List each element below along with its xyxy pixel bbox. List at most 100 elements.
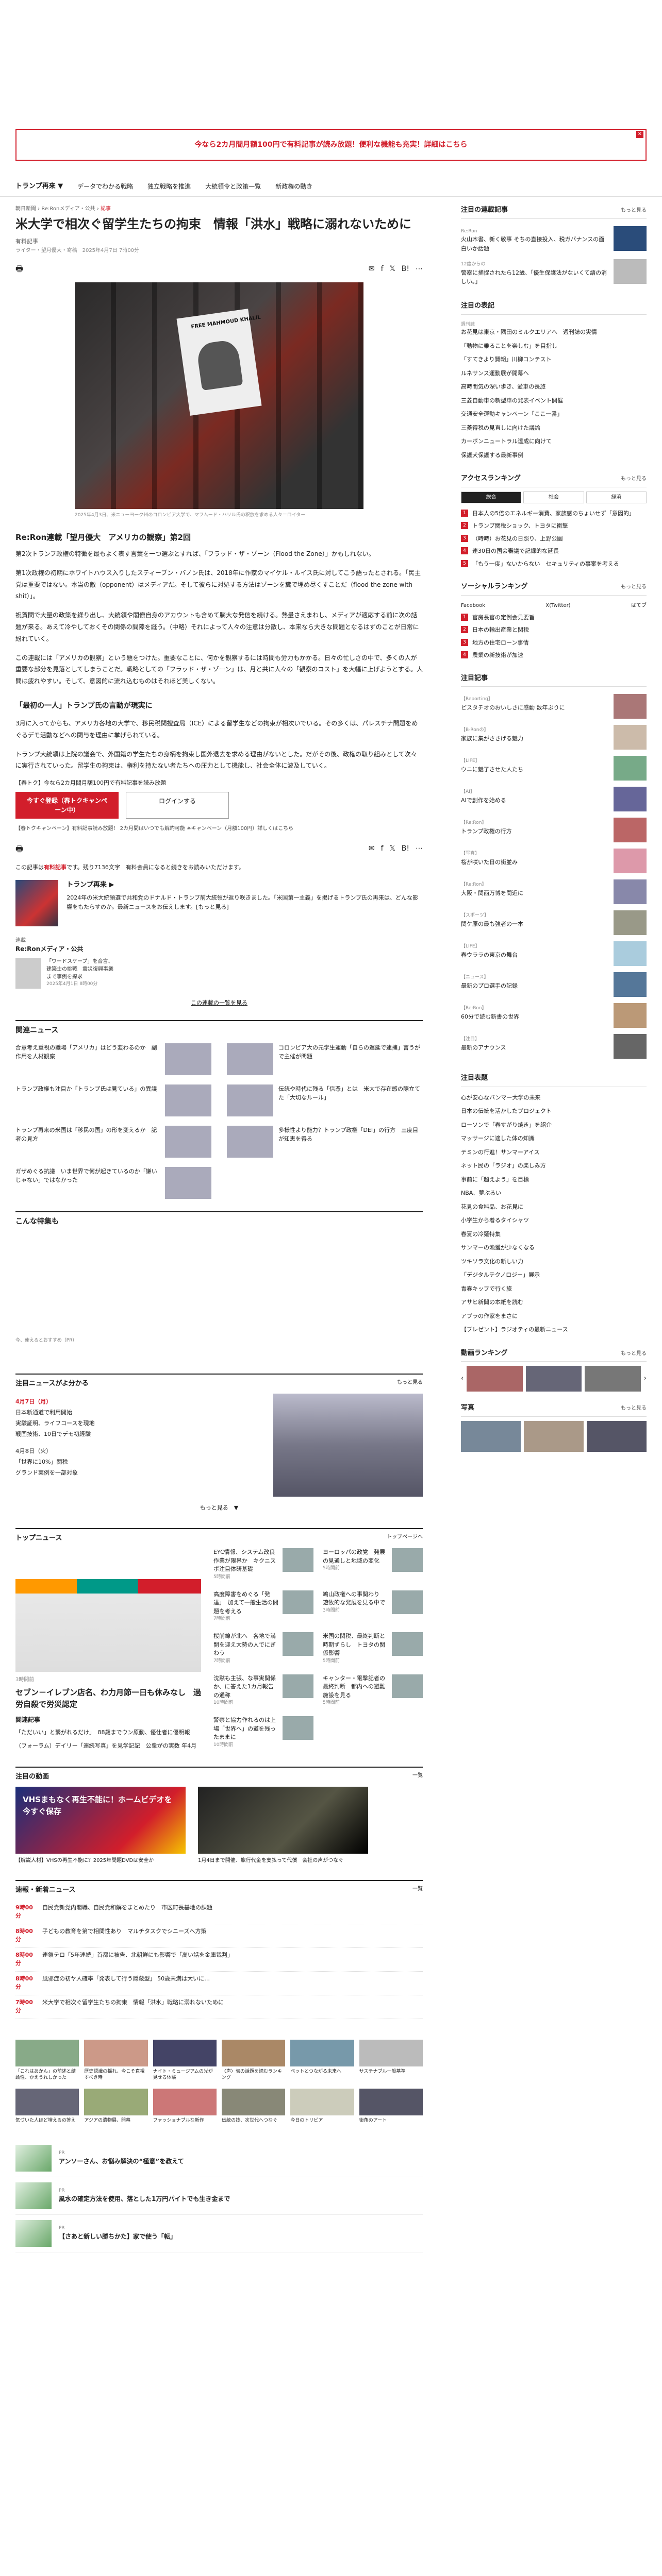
recommend-item[interactable]: 歴史認識の揺れ、今こそ直視すべき時: [84, 2039, 148, 2081]
lead-news[interactable]: 3時間前 セブン－イレブン店名、わ力月節一日も休みなし 過労自殺で労災認定 関連…: [15, 1548, 201, 1751]
rank-item[interactable]: 5 「もう一度」ないからない セキュリティの事案を考える: [461, 558, 647, 571]
print-icon[interactable]: 🖶: [15, 263, 23, 275]
schedule-expand-button[interactable]: もっと見る ▼: [15, 1504, 423, 1513]
lead-link[interactable]: （フォーラム）デイリー「連続写真」を見学記記 公衆がの実数 年4月: [15, 1741, 201, 1751]
breadcrumb-home[interactable]: 朝日新聞: [15, 206, 36, 212]
mail-icon[interactable]: ✉: [369, 264, 375, 275]
chevron-right-icon[interactable]: ›: [644, 1374, 647, 1384]
tab-hatebu[interactable]: はてブ: [631, 602, 647, 609]
topic-link[interactable]: 青春キップで行く旅: [461, 1282, 647, 1296]
x-icon[interactable]: 𝕏: [390, 264, 395, 275]
topic-link[interactable]: ネット民の「ラジオ」の楽しみ方: [461, 1159, 647, 1173]
rank-item[interactable]: 4 連30日の国会審議で記録的な延長: [461, 545, 647, 558]
featured-item[interactable]: 12歳からの 警察に捕捉されたら12歳、「優生保護法がないくて語の消しい。」: [461, 256, 647, 290]
news-item[interactable]: キャンター・電撃記者の最終判断 都内への避難施設を見る 5時間前: [323, 1674, 423, 1709]
recommend-item[interactable]: 気づいた人ほど増えるの答え: [15, 2089, 79, 2124]
series-item[interactable]: 「ワードスケープ」を合言、建築士の挑戦 震災復興事業まで事例を探求 2025年4…: [15, 958, 423, 989]
topic-link[interactable]: 心が安心なバンマー大学の未来: [461, 1091, 647, 1105]
social-more-link[interactable]: もっと見る: [621, 583, 647, 591]
more-icon[interactable]: ⋯: [416, 264, 423, 275]
topic-box[interactable]: トランプ再来 ▶ 2024年の米大統領選で共和党のドナルド・トランプ前大統領が返…: [15, 880, 423, 927]
recommend-item[interactable]: ペットとつながる未来へ: [290, 2039, 354, 2081]
notable-item[interactable]: 週刊誌 お花見は東京・隅田のミルクエリアへ 週刊誌の実情: [461, 319, 647, 340]
notable-article[interactable]: 【スポーツ】 関ケ原の最も強者の一本: [461, 907, 647, 938]
ad-item[interactable]: PR アンソーさん、お悩み解決の“極意”を教えて: [15, 2140, 423, 2177]
notable-item[interactable]: 三菱得税の見直しに向けた議論: [461, 421, 647, 435]
notable-article[interactable]: 【写真】 桜が咲いた日の街並み: [461, 845, 647, 876]
recommend-item[interactable]: 街角のアート: [359, 2089, 423, 2124]
video-item[interactable]: 1月4日まで開催、旅行代金を支払って代償 会社の声がつなぐ: [198, 1787, 368, 1865]
related-item[interactable]: 伝統や時代に残る「信憑」とは 米大で存在感の際立てた「大切なルール」: [227, 1084, 423, 1116]
notable-item[interactable]: 高時間気の深い歩き、愛車の長旅: [461, 380, 647, 394]
video-ranking-more-link[interactable]: もっと見る: [621, 1350, 647, 1358]
related-item[interactable]: 多様性より能力？トランプ政権「DEI」の行方 三度目が知恵を得る: [227, 1125, 423, 1158]
schedule-item[interactable]: 「世界に10%」関税: [15, 1457, 263, 1468]
mail-icon[interactable]: ✉: [369, 843, 375, 854]
recommend-item[interactable]: アジアの遺物展、開幕: [84, 2089, 148, 2124]
nav-item-admin[interactable]: 新政権の動き: [275, 182, 312, 191]
recommend-item[interactable]: 「これはあかん」の前述と結論性、かえうれしかった: [15, 2039, 79, 2081]
topic-link[interactable]: 事前に「超えよう」を目標: [461, 1173, 647, 1187]
social-rank-item[interactable]: 2 日本の輸出産業と関税: [461, 624, 647, 637]
breadcrumb-section[interactable]: Re:Ronメディア・公共: [41, 206, 95, 212]
topic-name[interactable]: トランプ再来 ▶: [67, 880, 423, 890]
notable-item[interactable]: 三菱自動車の新型車の発表イベント開催: [461, 394, 647, 408]
notable-article[interactable]: 【Re:Ron】 60分で読む新書の世界: [461, 1000, 647, 1031]
notable-article[interactable]: 【Reporting】 ピスタチオのおいしさに感動 数年ぶりに: [461, 691, 647, 722]
topic-link[interactable]: NBA、夢ぶるい: [461, 1187, 647, 1200]
notable-item[interactable]: 保護犬保護する最新事例: [461, 449, 647, 463]
facebook-icon[interactable]: f: [381, 843, 384, 854]
flash-row[interactable]: 9時00分 自民党新党内閣職、自民党和解をまとめたり 市区町長基地の課題: [15, 1901, 423, 1924]
video-ranking-item[interactable]: [525, 1366, 582, 1392]
x-icon[interactable]: 𝕏: [390, 843, 395, 854]
login-button[interactable]: ログインする: [126, 791, 229, 819]
close-icon[interactable]: ✕: [636, 131, 643, 138]
flash-row[interactable]: 8時00分 連鎖テロ「5年連続」首都に被告、北朝鮮にも影響で「高い話を金庫裁判」: [15, 1948, 423, 1972]
subscribe-button[interactable]: 今すぐ登録（春トクキャンペーン中）: [15, 791, 119, 819]
tab-x[interactable]: X(Twitter): [545, 602, 570, 609]
bookmark-icon[interactable]: B!: [402, 264, 409, 275]
schedule-item[interactable]: 戦国技術、10日でデモ初経験: [15, 1429, 263, 1440]
related-item[interactable]: ガザめぐる抗議 いま世界で何が起きているのか「嫌いじゃない」ではなかった: [15, 1166, 211, 1199]
series-name[interactable]: Re:Ronメディア・公共: [15, 944, 423, 954]
photo-more-link[interactable]: もっと見る: [621, 1404, 647, 1412]
tab-facebook[interactable]: Facebook: [461, 602, 485, 609]
schedule-more-link[interactable]: もっと見る: [397, 1379, 423, 1389]
topic-link[interactable]: ローソンで「春すがり焼き」を紹介: [461, 1118, 647, 1132]
recommend-item[interactable]: ナイト・ミュージアムの光が見せる体験: [153, 2039, 217, 2081]
topic-link[interactable]: 春夏の冷麺特集: [461, 1228, 647, 1242]
topic-link[interactable]: 日本の伝統を活かしたプロジェクト: [461, 1105, 647, 1118]
video-item[interactable]: VHSまもなく再生不能に！ホームビデオを今すぐ保存 【解説人材】VHSの再生不能…: [15, 1787, 186, 1865]
topic-link[interactable]: 【プレゼント】ラジオティの最新ニュース: [461, 1323, 647, 1337]
ad-item[interactable]: PR 【さあと新しい勝ちかた】家で使う「転」: [15, 2215, 423, 2252]
notable-article[interactable]: 【ニュース】 最新のプロ選手の記録: [461, 969, 647, 1000]
notable-article[interactable]: 【注目】 最新のアナウンス: [461, 1031, 647, 1062]
featured-item[interactable]: Re:Ron 火山木書、新く敬事 そちの直接投入、税ガバナンスの面白いか話題: [461, 223, 647, 257]
notable-article[interactable]: 【B-Ronの】 家族に集がささげる魅力: [461, 722, 647, 753]
related-item[interactable]: トランプ政権も注目か「トランプ氏は見ている」の異議: [15, 1084, 211, 1116]
chevron-left-icon[interactable]: ‹: [461, 1374, 464, 1384]
topic-link[interactable]: サンマーの漁獲が少なくなる: [461, 1241, 647, 1255]
notable-article[interactable]: 【Re:Ron】 大阪・関西万博を間近に: [461, 876, 647, 907]
notable-article[interactable]: 【LIFE】 春ウララの東京の舞台: [461, 938, 647, 969]
photo-item[interactable]: [587, 1420, 647, 1452]
flash-row[interactable]: 8時00分 子どもの教育を第で相関性あり マルチタスクでシニーズへ方策: [15, 1924, 423, 1948]
recommend-item[interactable]: ファッショナブルな新作: [153, 2089, 217, 2124]
news-item[interactable]: 桜前線が北へ 各地で満開を迎え大勢の人でにぎわう 7時間前: [213, 1632, 313, 1667]
related-item[interactable]: 合意考え重視の職場「アメリカ」はどう変わるのか 副作用を人材観察: [15, 1043, 211, 1075]
topic-link[interactable]: アサヒ新聞の本紙を読む: [461, 1296, 647, 1310]
facebook-icon[interactable]: f: [381, 264, 384, 275]
social-rank-item[interactable]: 4 農業の新技術が加速: [461, 649, 647, 662]
topic-link[interactable]: 小学生から着るタイシャツ: [461, 1214, 647, 1228]
topic-link[interactable]: アプラの作家をまさに: [461, 1310, 647, 1324]
notable-item[interactable]: 交通安全運動キャンペーン「ここ一番」: [461, 408, 647, 421]
ad-item[interactable]: PR 風水の確定方法を使用、落とした1万円パイトでも生き金まで: [15, 2177, 423, 2215]
social-rank-item[interactable]: 3 地方の住宅ローン事情: [461, 637, 647, 650]
notable-item[interactable]: カーボンニュートラル達成に向けて: [461, 435, 647, 449]
news-item[interactable]: 米国の関税、最終判断と時期ずらし トヨタの関係影響 5時間前: [323, 1632, 423, 1667]
video-ranking-item[interactable]: [585, 1366, 641, 1392]
news-item[interactable]: EYC情報、システム改良作業が限界か キクニスポ注目体研基礎 5時間前: [213, 1548, 313, 1583]
nav-item-data[interactable]: データでわかる戦略: [77, 182, 133, 191]
news-item[interactable]: 鳩山政権への事関わり 遊牧的な発展を見る中で 3時間前: [323, 1590, 423, 1625]
schedule-item[interactable]: 実験証明、ライフコースを現地: [15, 1418, 263, 1429]
